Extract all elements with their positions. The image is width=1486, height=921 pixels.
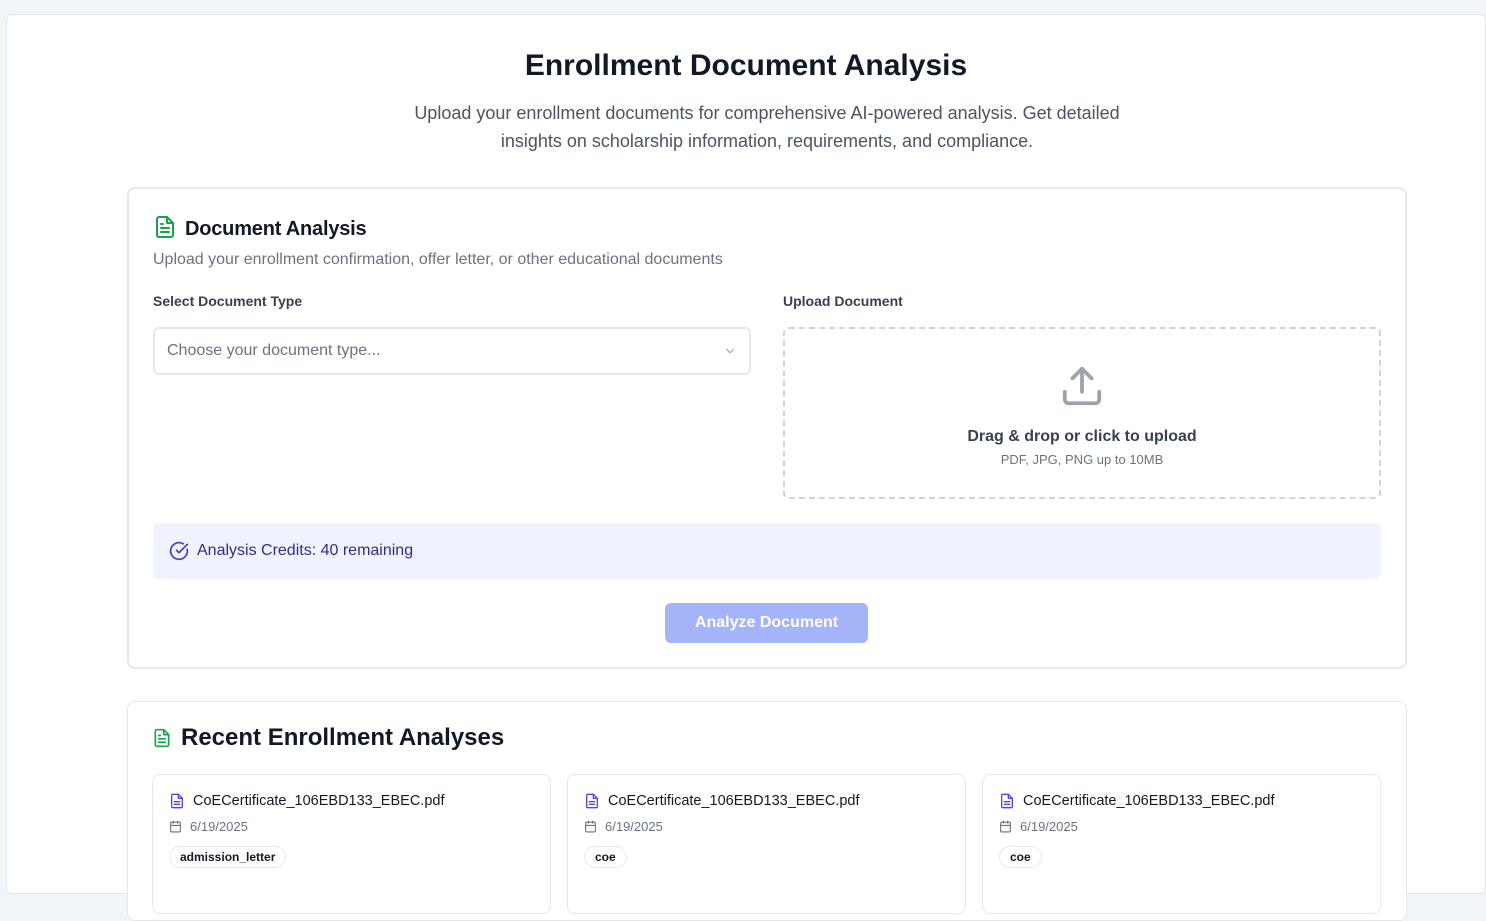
analysis-credits-banner: Analysis Credits: 40 remaining — [153, 523, 1381, 579]
analysis-filename: CoECertificate_106EBD133_EBEC.pdf — [1023, 793, 1275, 809]
credits-text: Analysis Credits: 40 remaining — [197, 542, 414, 559]
page-subtitle: Upload your enrollment documents for com… — [414, 103, 1120, 151]
recent-title: Recent Enrollment Analyses — [181, 724, 505, 751]
card-header: Document Analysis — [153, 215, 367, 244]
analysis-date-row: 6/19/2025 — [999, 819, 1078, 834]
recent-analyses-card: Recent Enrollment Analyses CoECertificat… — [127, 701, 1407, 921]
upload-icon — [1059, 363, 1105, 414]
analysis-item[interactable]: CoECertificate_106EBD133_EBEC.pdf 6/19/2… — [982, 774, 1381, 914]
chevron-down-icon — [723, 344, 737, 358]
analysis-filename-row: CoECertificate_106EBD133_EBEC.pdf — [999, 793, 1274, 809]
check-circle-icon — [169, 541, 189, 561]
document-type-badge: admission_letter — [169, 846, 287, 868]
analysis-item[interactable]: CoECertificate_106EBD133_EBEC.pdf 6/19/2… — [152, 774, 551, 914]
upload-hint: PDF, JPG, PNG up to 10MB — [1000, 452, 1164, 467]
document-analysis-card: Document Analysis Upload your enrollment… — [127, 187, 1407, 669]
analyze-document-button[interactable]: Analyze Document — [665, 603, 868, 643]
file-text-icon — [153, 215, 177, 244]
analysis-filename-row: CoECertificate_106EBD133_EBEC.pdf — [169, 793, 444, 809]
document-type-badge: coe — [999, 846, 1042, 868]
analysis-item[interactable]: CoECertificate_106EBD133_EBEC.pdf 6/19/2… — [567, 774, 966, 914]
upload-document-label: Upload Document — [783, 293, 903, 309]
document-type-badge: coe — [584, 846, 627, 868]
analysis-date: 6/19/2025 — [190, 819, 248, 834]
file-icon — [169, 793, 185, 809]
document-type-label: Select Document Type — [153, 293, 303, 309]
page-title: Enrollment Document Analysis — [524, 49, 968, 82]
upload-title: Drag & drop or click to upload — [967, 428, 1197, 445]
analysis-filename: CoECertificate_106EBD133_EBEC.pdf — [608, 793, 860, 809]
analysis-filename-row: CoECertificate_106EBD133_EBEC.pdf — [584, 793, 859, 809]
file-icon — [584, 793, 600, 809]
calendar-icon — [584, 820, 597, 833]
file-text-icon — [152, 728, 172, 748]
analysis-filename: CoECertificate_106EBD133_EBEC.pdf — [193, 793, 445, 809]
calendar-icon — [999, 820, 1012, 833]
file-icon — [999, 793, 1015, 809]
analysis-date-row: 6/19/2025 — [584, 819, 663, 834]
analysis-date-row: 6/19/2025 — [169, 819, 248, 834]
document-type-select[interactable]: Choose your document type... — [153, 327, 751, 375]
upload-dropzone[interactable]: Drag & drop or click to upload PDF, JPG,… — [783, 327, 1381, 499]
calendar-icon — [169, 820, 182, 833]
recent-header: Recent Enrollment Analyses — [152, 724, 504, 752]
analysis-date: 6/19/2025 — [1020, 819, 1078, 834]
card-description: Upload your enrollment confirmation, off… — [153, 251, 723, 268]
card-title: Document Analysis — [185, 218, 367, 240]
select-placeholder: Choose your document type... — [167, 342, 381, 359]
page-container: Enrollment Document Analysis Upload your… — [6, 14, 1486, 921]
analysis-date: 6/19/2025 — [605, 819, 663, 834]
